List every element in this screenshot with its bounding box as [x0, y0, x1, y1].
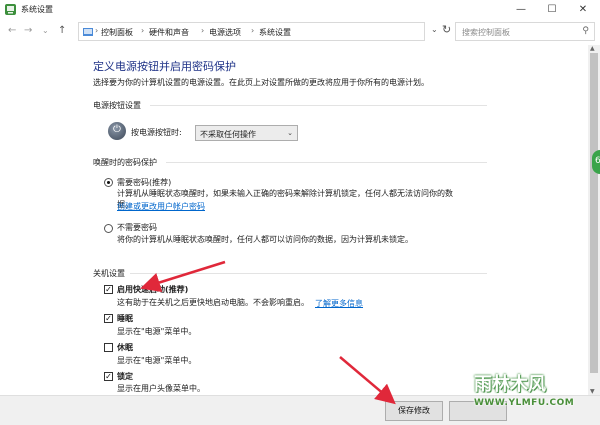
vertical-scrollbar[interactable]: ▲ ▼ [588, 45, 600, 395]
wake-password-section-header: 唤醒时的密码保护 [93, 158, 157, 167]
no-password-radio[interactable] [104, 224, 113, 233]
power-button-label: 按电源按钮时: [131, 128, 182, 137]
sleep-checkbox[interactable]: ✓ [104, 314, 113, 323]
search-input[interactable]: 搜索控制面板 ⚲ [455, 22, 595, 41]
sleep-description: 显示在"电源"菜单中。 [117, 327, 197, 336]
section-divider [166, 162, 487, 163]
fast-startup-label[interactable]: 启用快速启动(推荐) [117, 284, 188, 295]
fast-startup-description: 这有助于在关机之后更快地启动电脑。不会影响重启。 [117, 298, 309, 307]
page-subtitle: 选择要为你的计算机设置的电源设置。在此页上对设置所做的更改将应用于你所有的电源计… [93, 78, 429, 87]
hibernate-checkbox[interactable] [104, 343, 113, 352]
breadcrumb-separator: › [95, 26, 99, 35]
address-history-dropdown[interactable]: ⌄ [431, 25, 438, 34]
title-bar: 系统设置 — ☐ ✕ [0, 0, 600, 19]
scrollbar-thumb[interactable] [590, 53, 598, 373]
breadcrumb-power-options[interactable]: 电源选项 [209, 27, 241, 38]
breadcrumb-separator: › [251, 26, 255, 35]
lock-checkbox[interactable]: ✓ [104, 372, 113, 381]
watermark-url: WWW.YLMFU.COM [474, 398, 575, 408]
maximize-button[interactable]: ☐ [537, 0, 567, 19]
create-change-password-link[interactable]: 创建或更改用户帐户密码 [117, 201, 205, 212]
forward-button[interactable]: → [24, 25, 32, 36]
sleep-label[interactable]: 睡眠 [117, 313, 133, 324]
breadcrumb-system-settings[interactable]: 系统设置 [259, 27, 291, 38]
system-settings-icon [5, 4, 16, 15]
chevron-down-icon: ⌄ [287, 129, 293, 137]
breadcrumb-separator: › [201, 26, 205, 35]
require-password-description: 计算机从睡眠状态唤醒时，如果未输入正确的密码来解除计算机锁定，任何人都无法访问你… [117, 189, 453, 198]
annotation-arrows [140, 260, 396, 405]
section-divider [130, 273, 487, 274]
minimize-button[interactable]: — [506, 0, 536, 19]
save-changes-button[interactable]: 保存修改 [385, 401, 443, 421]
refresh-icon[interactable]: ↻ [442, 23, 451, 36]
power-button-section-header: 电源按钮设置 [93, 101, 141, 110]
lock-description: 显示在用户头像菜单中。 [117, 384, 205, 393]
learn-more-link[interactable]: 了解更多信息 [315, 298, 363, 309]
require-password-radio[interactable] [104, 178, 113, 187]
search-placeholder: 搜索控制面板 [462, 28, 510, 37]
page-title: 定义电源按钮并启用密码保护 [93, 60, 236, 73]
hibernate-label[interactable]: 休眠 [117, 342, 133, 353]
address-bar: ← → ⌄ ↑ › 控制面板 › 硬件和声音 › 电源选项 › 系统设置 ⌄ ↻… [0, 19, 600, 45]
up-button[interactable]: ↑ [58, 25, 66, 36]
recent-locations-dropdown[interactable]: ⌄ [42, 26, 49, 35]
breadcrumb-control-panel[interactable]: 控制面板 [101, 27, 133, 38]
side-float-badge[interactable]: 6 [592, 150, 600, 174]
search-icon[interactable]: ⚲ [582, 26, 589, 36]
breadcrumb-separator: › [141, 26, 145, 35]
no-password-description: 将你的计算机从睡眠状态唤醒时，任何人都可以访问你的数据，因为计算机未锁定。 [117, 235, 413, 244]
power-button-action-select[interactable]: 不采取任何操作 ⌄ [195, 125, 298, 141]
side-badge-label: 6 [595, 156, 600, 166]
scroll-up-icon[interactable]: ▲ [590, 45, 595, 52]
back-button[interactable]: ← [8, 25, 16, 36]
control-panel-icon [83, 28, 93, 36]
fast-startup-checkbox[interactable]: ✓ [104, 285, 113, 294]
window-title: 系统设置 [21, 5, 53, 14]
watermark-logo: 雨林木风 WWW.YLMFU.COM [468, 370, 594, 416]
breadcrumb-hardware-sound[interactable]: 硬件和声音 [149, 27, 189, 38]
watermark-name: 雨林木风 [474, 374, 546, 395]
section-divider [150, 105, 487, 106]
power-button-icon: ⏻ [108, 122, 126, 140]
no-password-label[interactable]: 不需要密码 [117, 222, 157, 233]
require-password-label[interactable]: 需要密码(推荐) [117, 177, 171, 188]
lock-label[interactable]: 锁定 [117, 371, 133, 382]
power-button-action-value: 不采取任何操作 [200, 130, 256, 139]
hibernate-description: 显示在"电源"菜单中。 [117, 356, 197, 365]
shutdown-section-header: 关机设置 [93, 269, 125, 278]
breadcrumb[interactable]: › 控制面板 › 硬件和声音 › 电源选项 › 系统设置 [78, 22, 425, 41]
close-button[interactable]: ✕ [568, 0, 598, 19]
